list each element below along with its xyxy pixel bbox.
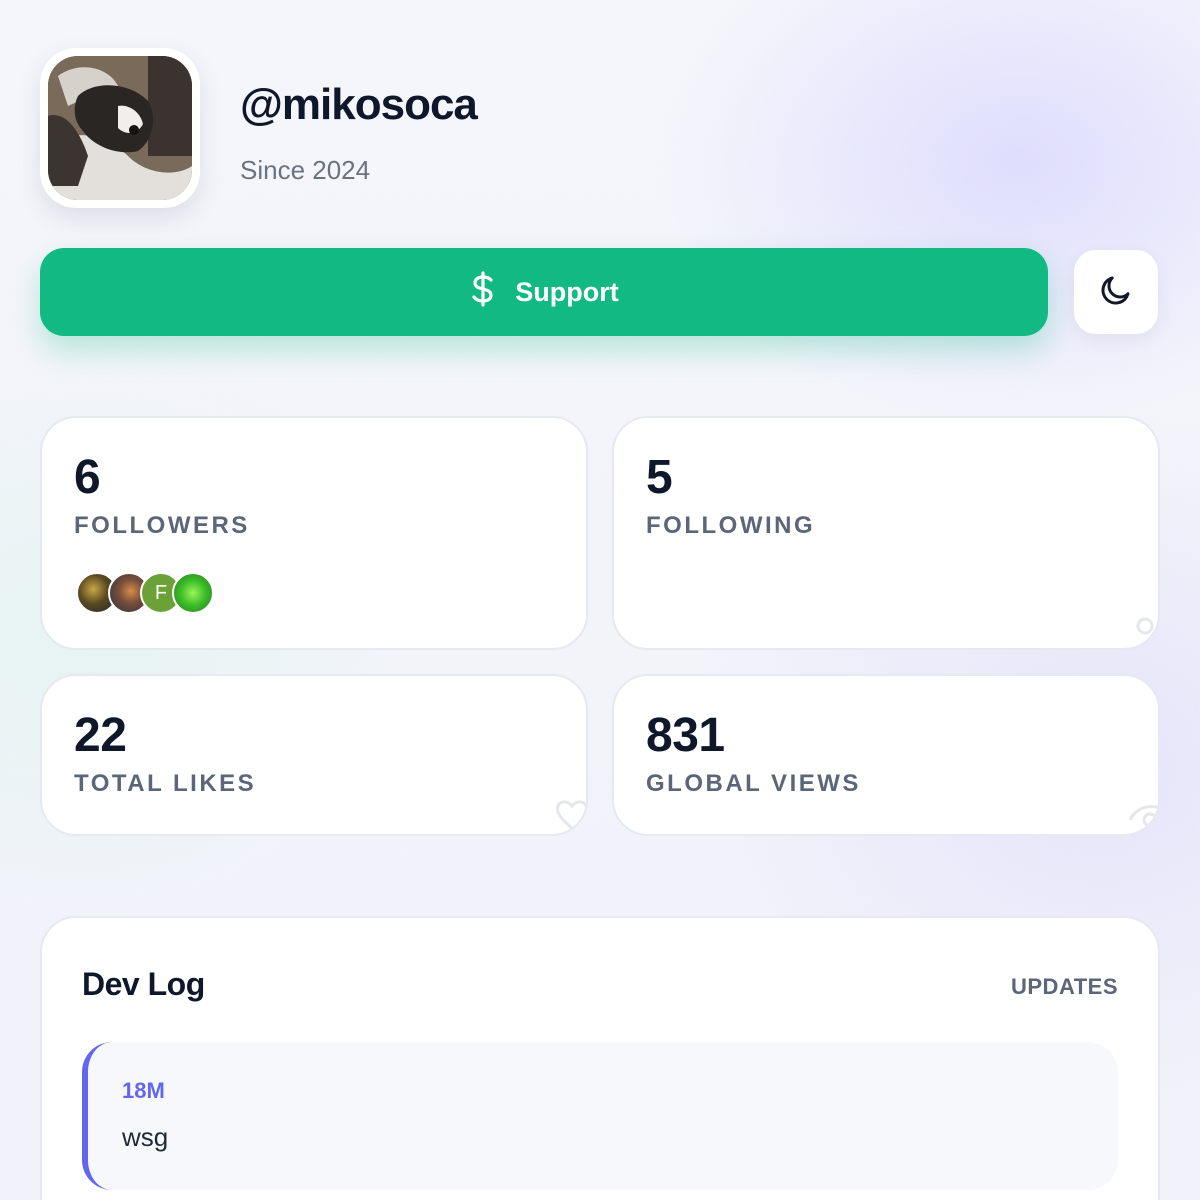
moon-icon: [1098, 272, 1134, 313]
following-label: FOLLOWING: [646, 512, 816, 539]
likes-count: 22: [74, 709, 127, 762]
profile-avatar[interactable]: [40, 48, 200, 208]
member-since: Since 2024: [240, 155, 371, 185]
devlog-title: Dev Log: [82, 966, 205, 1002]
devlog-updates-label: UPDATES: [1011, 974, 1118, 999]
user-icon: [1130, 614, 1158, 648]
theme-toggle-button[interactable]: [1074, 250, 1158, 334]
followers-count: 6: [74, 451, 101, 504]
likes-card: 22 TOTAL LIKES: [40, 674, 588, 836]
likes-label: TOTAL LIKES: [74, 770, 257, 797]
views-count: 831: [646, 709, 725, 762]
followers-card[interactable]: 6 FOLLOWERS F: [40, 416, 588, 650]
eye-icon: [1126, 798, 1158, 834]
devlog-panel: Dev Log UPDATES 18M wsg: [40, 916, 1160, 1200]
following-card[interactable]: 5 FOLLOWING: [612, 416, 1160, 650]
views-card: 831 GLOBAL VIEWS: [612, 674, 1160, 836]
support-label: Support: [515, 276, 619, 307]
username: @mikosoca: [240, 80, 478, 129]
follower-avatar[interactable]: [172, 572, 214, 614]
followers-avatar-stack: F: [76, 572, 256, 614]
followers-label: FOLLOWERS: [74, 512, 250, 539]
following-count: 5: [646, 451, 673, 504]
heart-icon: [554, 798, 586, 834]
devlog-entry-text: wsg: [122, 1122, 169, 1152]
dollar-icon: [469, 271, 497, 313]
views-label: GLOBAL VIEWS: [646, 770, 861, 797]
devlog-entry-time: 18M: [122, 1078, 165, 1103]
devlog-entry: 18M wsg: [82, 1042, 1118, 1190]
support-button[interactable]: Support: [40, 248, 1048, 336]
profile-photo: [48, 56, 192, 200]
